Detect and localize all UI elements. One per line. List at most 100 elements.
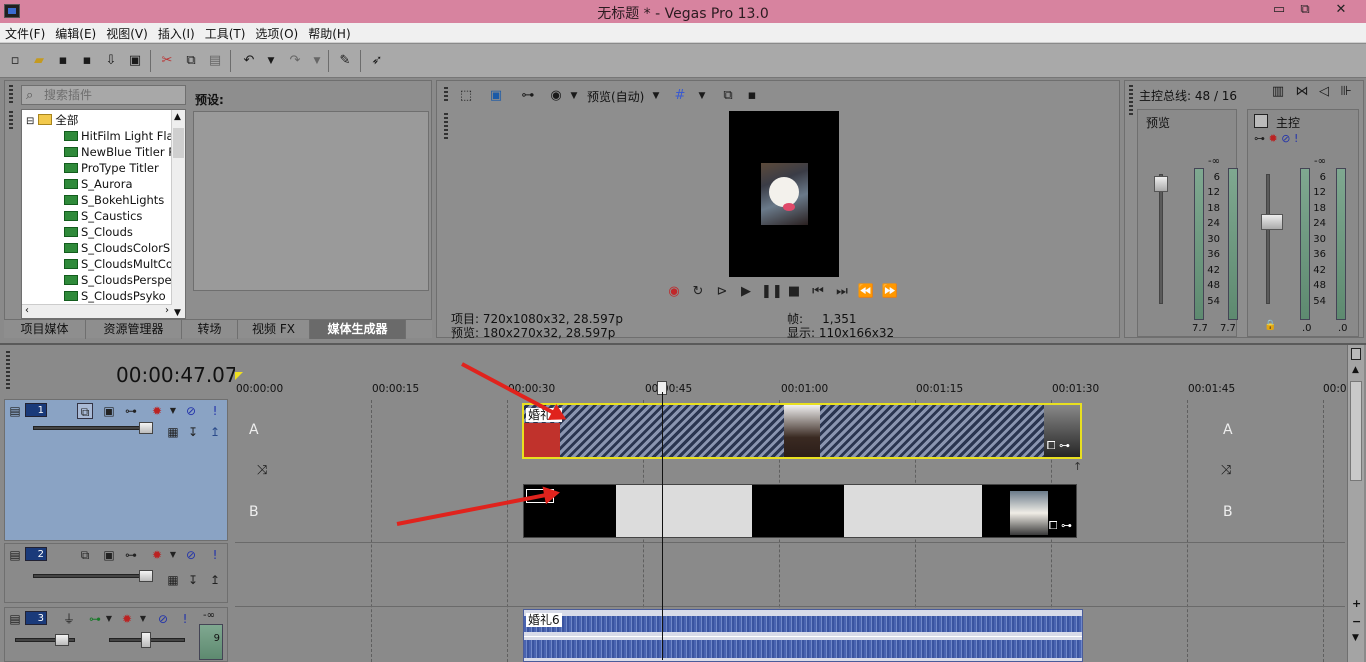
panel-grip[interactable]	[9, 111, 13, 131]
chevron-left-icon[interactable]: ‹	[25, 305, 29, 316]
list-item[interactable]: S_CloudsColorS	[64, 240, 170, 256]
track-lanes[interactable]: A A 婚礼6 ⧠ ⊶ ⤨ ⤨ ↑ B B ⧠ ⊶ 婚礼6	[235, 400, 1345, 662]
master-fx-chain-icons[interactable]: ⊶ ✹ ⊘ !	[1254, 132, 1298, 145]
menu-file[interactable]: 文件(F)	[0, 23, 50, 44]
solo-icon[interactable]: !	[207, 403, 223, 419]
next-frame-icon[interactable]: ⏩	[881, 283, 899, 301]
tab-explorer[interactable]: 资源管理器	[86, 320, 182, 339]
copy-snapshot-icon[interactable]: ⧉	[719, 87, 737, 105]
paste-icon[interactable]: ▤	[206, 52, 224, 70]
menu-insert[interactable]: 插入(I)	[153, 23, 200, 44]
panel-grip[interactable]	[1129, 85, 1133, 115]
tree-vertical-scrollbar[interactable]: ▲ ▼	[171, 110, 185, 318]
arrow-down-icon[interactable]: ↧	[185, 424, 201, 440]
track-collapse-icon[interactable]: ▤	[7, 611, 23, 627]
gear-icon[interactable]: ✹	[119, 611, 135, 627]
mute-icon[interactable]: ⊘	[1281, 132, 1290, 145]
lock-icon[interactable]: 🔒	[1264, 320, 1276, 331]
panel-grip[interactable]	[444, 113, 448, 141]
loop-playback-icon[interactable]: ↻	[689, 283, 707, 301]
chevron-down-icon[interactable]: ▼	[1352, 633, 1359, 643]
external-monitor-icon[interactable]: ▣	[487, 87, 505, 105]
zoom-out-icon[interactable]: −	[1352, 615, 1361, 628]
tab-media-generators[interactable]: 媒体生成器	[310, 320, 406, 339]
list-item[interactable]: HitFilm Light Fla	[64, 128, 174, 144]
gear-icon[interactable]: ✹	[149, 403, 165, 419]
arrow-up-icon[interactable]: ↥	[207, 424, 223, 440]
plugin-search-input[interactable]: ⌕ 搜索插件	[21, 85, 186, 105]
save-icon[interactable]: ▪	[54, 52, 72, 70]
record-icon[interactable]: ◉	[665, 283, 683, 301]
list-item[interactable]: S_CloudsPsyko	[64, 288, 166, 304]
solo-icon[interactable]: !	[177, 611, 193, 627]
redo-icon[interactable]: ↷	[286, 52, 304, 70]
panel-grip[interactable]	[444, 87, 448, 103]
crossfade-icon[interactable]: ⤨	[257, 463, 267, 478]
go-to-start-icon[interactable]: ⏮	[809, 283, 827, 301]
properties-icon[interactable]: ▣	[126, 52, 144, 70]
go-to-end-icon[interactable]: ⏭	[833, 283, 851, 301]
chevron-up-icon[interactable]: ▲	[1352, 365, 1359, 375]
chevron-down-icon[interactable]: ▼	[174, 308, 181, 318]
list-item[interactable]: S_Aurora	[64, 176, 133, 192]
track-collapse-icon[interactable]: ▤	[7, 547, 23, 563]
new-file-icon[interactable]: ▫	[6, 52, 24, 70]
preview-fader-knob[interactable]	[1154, 176, 1168, 192]
track-header-3[interactable]: ▤ 3 ⏚ ⊶ ▼ ✹ ▼ ⊘ ! -∞ 9	[4, 607, 228, 662]
plugin-tree[interactable]: ⊟ 全部 HitFilm Light Fla NewBlue Titler P P…	[21, 109, 186, 319]
preset-area[interactable]	[193, 111, 429, 291]
collapse-icon[interactable]: ⊟	[26, 116, 34, 127]
downmix-icon[interactable]: ⋈	[1293, 83, 1311, 101]
scroll-thumb[interactable]	[1350, 381, 1362, 481]
open-folder-icon[interactable]: ▰	[30, 52, 48, 70]
track-opacity-slider[interactable]	[33, 426, 143, 430]
track-header-2[interactable]: ▤ 2 ⧉ ▣ ⊶ ✹ ▼ ⊘ ! ▦ ↧ ↥	[4, 543, 228, 603]
render-icon[interactable]: ⇩	[102, 52, 120, 70]
tree-root[interactable]: ⊟ 全部	[26, 112, 78, 128]
video-clip-wedding6-bottom[interactable]: ⧠ ⊶	[523, 484, 1077, 538]
gear-icon[interactable]: ✹	[1269, 132, 1278, 145]
restore-button[interactable]: ⧉	[1292, 0, 1318, 20]
expand-keyframe-icon[interactable]: ▦	[165, 424, 181, 440]
input-monitor-icon[interactable]: ⏚	[61, 611, 77, 627]
chevron-down-icon[interactable]: ▼	[101, 611, 117, 627]
track-pan-knob[interactable]	[141, 632, 151, 648]
tab-project-media[interactable]: 项目媒体	[4, 320, 86, 339]
zoom-in-icon[interactable]: +	[1352, 597, 1361, 610]
edit-tool-icon[interactable]: ✎	[336, 52, 354, 70]
chevron-down-icon[interactable]: ▼	[693, 87, 711, 105]
cut-icon[interactable]: ✂	[158, 52, 176, 70]
list-item[interactable]: NewBlue Titler P	[64, 144, 175, 160]
chevron-down-icon[interactable]: ▼	[647, 87, 665, 105]
preview-fader-track[interactable]	[1159, 174, 1163, 304]
play-icon[interactable]: ▶	[737, 283, 755, 301]
dim-output-icon[interactable]: ◁	[1315, 83, 1333, 101]
track-motion-icon[interactable]: ⊶	[123, 547, 139, 563]
audio-clip-wedding6[interactable]: 婚礼6	[523, 609, 1083, 662]
video-clip-wedding6-top[interactable]: 婚礼6 ⧠ ⊶	[522, 403, 1082, 459]
track-list-options-icon[interactable]	[1351, 348, 1361, 360]
menu-edit[interactable]: 编辑(E)	[50, 23, 101, 44]
master-fader-track[interactable]	[1266, 174, 1270, 304]
solo-icon[interactable]: !	[207, 547, 223, 563]
mute-icon[interactable]: ⊘	[183, 547, 199, 563]
previous-frame-icon[interactable]: ⏪	[857, 283, 875, 301]
timecode-display[interactable]: 00:00:47.07	[116, 363, 238, 387]
chevron-down-icon[interactable]: ▼	[165, 547, 181, 563]
video-fx-icon[interactable]: ◉	[547, 87, 565, 105]
list-item[interactable]: S_CloudsPerspe	[64, 272, 172, 288]
compositing-mode-icon[interactable]: ⧉	[77, 547, 93, 563]
tab-transitions[interactable]: 转场	[182, 320, 238, 339]
preview-properties-icon[interactable]: ⬚	[457, 87, 475, 105]
redo-dropdown-icon[interactable]: ▼	[308, 52, 326, 70]
pause-icon[interactable]: ❚❚	[761, 283, 783, 301]
chevron-right-icon[interactable]: ›	[165, 305, 169, 316]
overlays-grid-icon[interactable]: #	[671, 87, 689, 105]
menu-tools[interactable]: 工具(T)	[200, 23, 251, 44]
parent-composite-icon[interactable]: ▣	[101, 403, 117, 419]
chevron-down-icon[interactable]: ▼	[565, 87, 583, 105]
menu-options[interactable]: 选项(O)	[250, 23, 303, 44]
save-snapshot-icon[interactable]: ▪	[743, 87, 761, 105]
save-as-icon[interactable]: ▪	[78, 52, 96, 70]
minimize-button[interactable]: ▭	[1266, 0, 1292, 20]
